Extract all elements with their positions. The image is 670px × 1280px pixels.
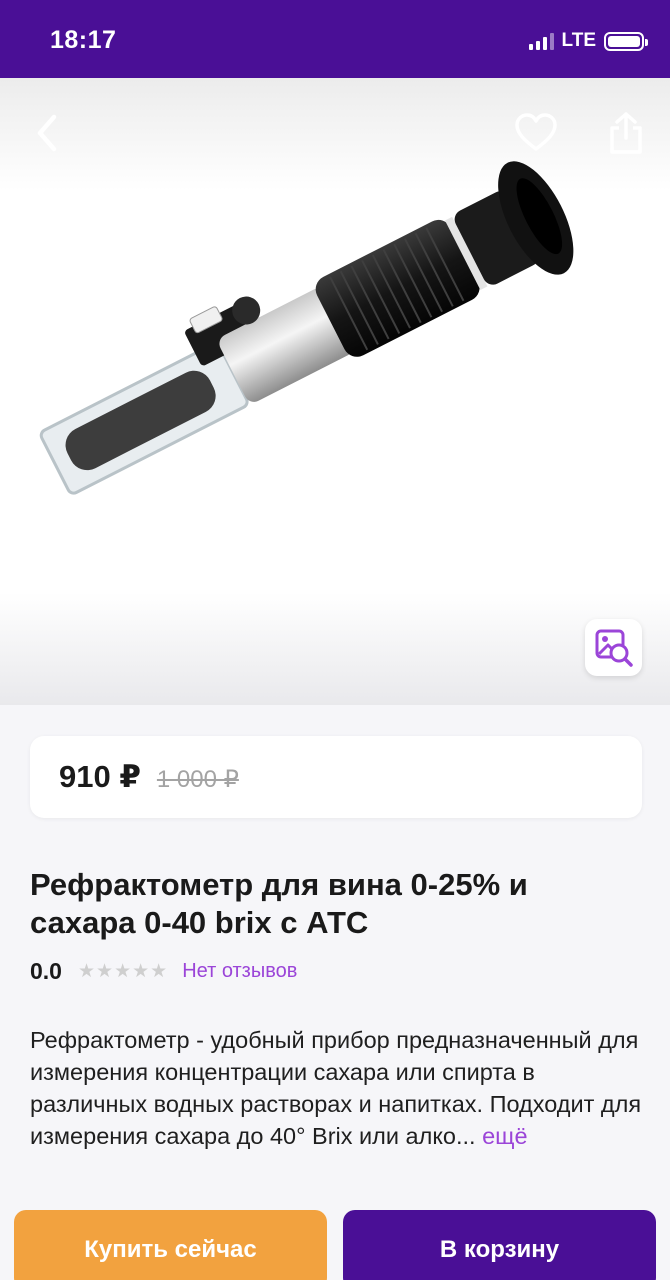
product-title: Рефрактометр для вина 0-25% и сахара 0-4…	[30, 867, 528, 940]
favorite-button[interactable]	[511, 108, 561, 158]
bottom-action-bar: Купить сейчас В корзину	[0, 1208, 670, 1280]
star-icon: ★	[150, 961, 169, 982]
signal-icon	[528, 32, 554, 50]
current-price: 910 ₽	[59, 759, 141, 794]
status-indicators: LTE	[528, 30, 648, 52]
description-text: Рефрактометр - удобный прибор предназнач…	[30, 1027, 642, 1149]
share-icon	[610, 112, 642, 154]
network-type: LTE	[561, 30, 596, 51]
status-time: 18:17	[50, 26, 117, 54]
battery-icon	[604, 31, 648, 51]
product-image-gallery[interactable]	[0, 78, 670, 705]
visual-search-button[interactable]	[585, 619, 642, 676]
star-icon: ★	[114, 961, 133, 982]
price-card: 910 ₽ 1 000 ₽	[30, 736, 642, 818]
rating-stars: ★★★★★	[78, 960, 168, 983]
old-price: 1 000 ₽	[156, 765, 239, 793]
add-to-cart-button[interactable]: В корзину	[343, 1210, 656, 1280]
heart-icon	[515, 113, 557, 151]
product-description: Рефрактометр - удобный прибор предназнач…	[30, 1024, 642, 1152]
star-icon: ★	[132, 961, 151, 982]
status-bar: 18:17 LTE	[0, 0, 670, 78]
share-button[interactable]	[601, 108, 651, 158]
product-image	[39, 161, 574, 495]
back-button[interactable]	[22, 108, 72, 158]
rating-value: 0.0	[30, 958, 62, 984]
rating-row: 0.0 ★★★★★ Нет отзывов	[30, 958, 297, 985]
star-icon: ★	[77, 961, 97, 982]
star-icon: ★	[96, 961, 115, 982]
reviews-link[interactable]: Нет отзывов	[182, 960, 297, 983]
chevron-left-icon	[37, 114, 57, 152]
show-more-link[interactable]: ещё	[482, 1123, 527, 1149]
buy-now-button[interactable]: Купить сейчас	[14, 1210, 327, 1280]
image-search-icon	[595, 629, 633, 667]
